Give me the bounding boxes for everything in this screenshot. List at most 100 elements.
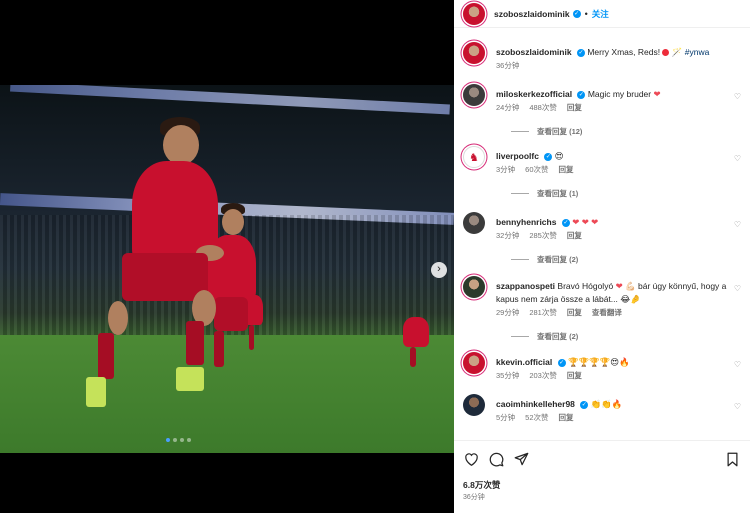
player-right-boot <box>176 367 204 391</box>
like-comment-heart-icon[interactable]: ♡ <box>734 360 741 369</box>
share-icon[interactable] <box>513 451 529 467</box>
heart-eyes-emoji-icon: 😍 <box>554 151 564 161</box>
reply-button[interactable]: 回复 <box>567 370 582 381</box>
comment-username[interactable]: szappanospeti <box>496 281 555 291</box>
like-comment-heart-icon[interactable]: ♡ <box>734 220 741 229</box>
comment-meta: 24分钟 488次赞 回复 <box>496 102 582 113</box>
commenter-avatar[interactable] <box>463 352 485 374</box>
bookmark-icon[interactable] <box>724 451 740 467</box>
comment-time: 32分钟 <box>496 231 520 240</box>
comment-likes[interactable]: 281次赞 <box>529 307 557 318</box>
divider <box>511 193 529 194</box>
verified-badge-icon: ✓ <box>576 48 585 57</box>
reply-button[interactable]: 回复 <box>567 307 582 318</box>
reply-button[interactable]: 回复 <box>567 230 582 241</box>
commenter-avatar[interactable] <box>463 84 485 106</box>
magic-wand-icon: 🪄 <box>671 47 683 57</box>
next-image-button[interactable]: › <box>431 262 447 278</box>
comment-meta: 35分钟 203次赞 回复 <box>496 370 582 381</box>
teammate-leg <box>214 331 224 367</box>
background-player-leg <box>410 347 416 367</box>
header-separator: • <box>584 8 588 19</box>
reply-button[interactable]: 回复 <box>567 102 582 113</box>
commenter-avatar[interactable] <box>463 212 485 234</box>
verified-badge-icon: ✓ <box>580 400 589 409</box>
view-replies-button[interactable]: 查看回复 (12) <box>511 126 582 137</box>
clapping-emojis-icon: 👏👏🔥 <box>590 399 623 409</box>
like-comment-heart-icon[interactable]: ♡ <box>734 402 741 411</box>
comment-likes[interactable]: 60次赞 <box>525 164 548 175</box>
like-comment-heart-icon[interactable]: ♡ <box>734 284 741 293</box>
post-time: 36分钟 <box>463 494 485 501</box>
divider <box>511 131 529 132</box>
carousel-dot <box>187 438 191 442</box>
comment-likes[interactable]: 52次赞 <box>525 412 548 423</box>
teammate-shorts <box>214 297 248 331</box>
comment-icon[interactable] <box>488 451 504 467</box>
view-replies-label: 查看回复 (12) <box>537 127 583 136</box>
laughing-emoji-icon: 😂🤌 <box>620 294 641 304</box>
post-likes-count[interactable]: 6.8万次赞 <box>463 479 500 491</box>
heart-icon[interactable] <box>463 451 479 467</box>
reply-button[interactable]: 回复 <box>559 412 574 423</box>
comment-body: kkevin.official ✓ 🏆🏆🏆🏆😍🔥 <box>496 356 742 369</box>
comment-time: 24分钟 <box>496 103 520 112</box>
red-hearts-icon: ❤ ❤ ❤ <box>572 217 599 227</box>
author-avatar[interactable] <box>463 2 485 25</box>
comment-username[interactable]: kkevin.official <box>496 357 552 367</box>
comment-likes[interactable]: 285次赞 <box>529 230 557 241</box>
verified-badge-icon: ✓ <box>544 152 553 161</box>
comment-meta: 32分钟 285次赞 回复 <box>496 230 582 241</box>
comment-time: 29分钟 <box>496 308 520 317</box>
author-avatar[interactable] <box>463 42 485 64</box>
carousel-dot <box>180 438 184 442</box>
follow-button[interactable]: 关注 <box>592 8 609 20</box>
comment-likes[interactable]: 488次赞 <box>529 102 557 113</box>
comment-meta: 29分钟 281次赞 回复 查看翻译 <box>496 307 622 318</box>
post-photo[interactable] <box>0 85 454 453</box>
commenter-avatar[interactable] <box>463 276 485 298</box>
caption-meta: 36分钟 <box>496 60 519 71</box>
commenter-avatar[interactable]: ♞ <box>463 146 485 168</box>
caption-username[interactable]: szoboszlaidominik <box>496 47 572 57</box>
comment-time: 5分钟 <box>496 413 516 422</box>
view-replies-label: 查看回复 (1) <box>537 189 579 198</box>
comment-body: miloskerkezofficial ✓ Magic my bruder ❤ <box>496 88 742 101</box>
post-header: szoboszlaidominik ✓ • 关注 <box>454 0 750 28</box>
verified-badge-icon: ✓ <box>572 9 581 18</box>
carousel-dot <box>173 438 177 442</box>
comment-body: szappanospeti Bravó Hógolyó ❤ 💪🏻 bár úgy… <box>496 280 742 306</box>
comment-text: Magic my bruder <box>587 89 652 99</box>
caption-body: szoboszlaidominik ✓ Merry Xmas, Reds! 🪄 … <box>496 46 742 59</box>
muscle-emoji-icon: 💪🏻 <box>625 281 636 291</box>
player-left-boot <box>86 377 106 407</box>
comment-username[interactable]: liverpoolfc <box>496 151 539 161</box>
comments-list[interactable]: szoboszlaidominik ✓ Merry Xmas, Reds! 🪄 … <box>454 36 750 440</box>
comment-time: 3分钟 <box>496 165 516 174</box>
comment-likes[interactable]: 203次赞 <box>529 370 557 381</box>
verified-badge-icon: ✓ <box>577 90 586 99</box>
view-replies-button[interactable]: 查看回复 (2) <box>511 254 578 265</box>
comment-body: liverpoolfc ✓ 😍 <box>496 150 742 163</box>
view-replies-button[interactable]: 查看回复 (1) <box>511 188 578 199</box>
action-icons <box>463 451 529 467</box>
trophy-emojis-icon: 🏆🏆🏆🏆😍🔥 <box>567 357 630 367</box>
author-username[interactable]: szoboszlaidominik <box>494 9 570 19</box>
teammate-head <box>222 209 244 235</box>
hashtag-link[interactable]: #ynwa <box>685 47 710 57</box>
comment-username[interactable]: caoimhinkelleher98 <box>496 399 575 409</box>
player-left-sock <box>98 333 114 379</box>
view-replies-button[interactable]: 查看回复 (2) <box>511 331 578 342</box>
like-comment-heart-icon[interactable]: ♡ <box>734 154 741 163</box>
reply-button[interactable]: 回复 <box>559 164 574 175</box>
see-translation-button[interactable]: 查看翻译 <box>592 307 622 318</box>
comment-username[interactable]: bennyhenrichs <box>496 217 556 227</box>
player-head <box>163 125 199 165</box>
commenter-avatar[interactable] <box>463 394 485 416</box>
like-comment-heart-icon[interactable]: ♡ <box>734 92 741 101</box>
comment-meta: 3分钟 60次赞 回复 <box>496 164 574 175</box>
comment-username[interactable]: miloskerkezofficial <box>496 89 572 99</box>
caption-time: 36分钟 <box>496 61 520 70</box>
verified-badge-icon: ✓ <box>557 358 566 367</box>
player-right-sock <box>186 321 204 365</box>
